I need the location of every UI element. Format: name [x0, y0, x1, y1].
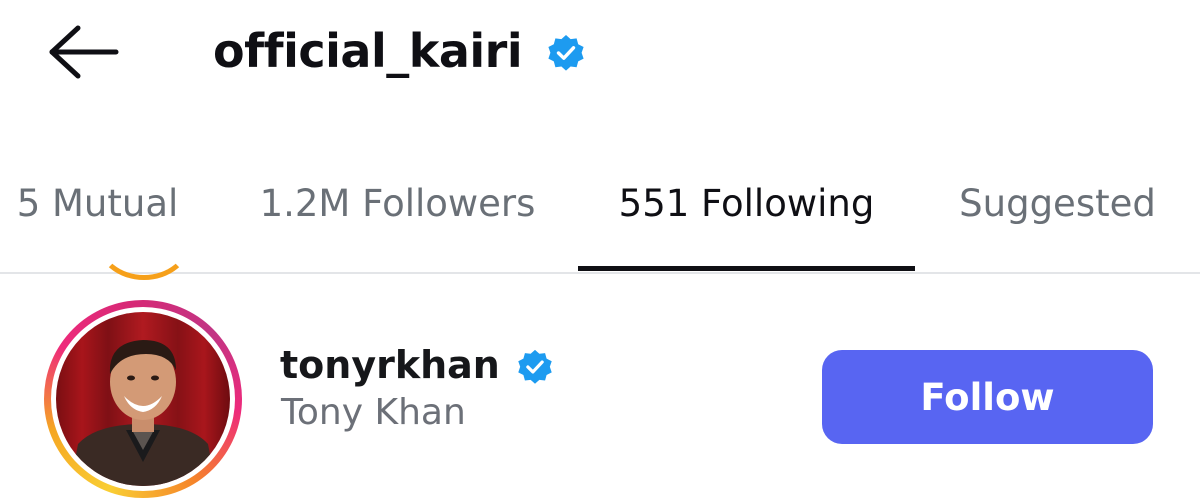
- full-name: Tony Khan: [281, 392, 466, 433]
- tab-following[interactable]: 551 Following: [578, 168, 915, 272]
- verified-badge-icon: [548, 35, 584, 71]
- tab-following-label: 551 Following: [618, 182, 875, 225]
- story-ring[interactable]: [44, 300, 242, 498]
- avatar[interactable]: [56, 312, 230, 486]
- verified-badge-icon: [518, 349, 552, 384]
- tab-divider: [0, 272, 1200, 274]
- top-bar: official_kairi: [0, 0, 1200, 110]
- username[interactable]: tonyrkhan: [280, 343, 500, 387]
- active-tab-indicator: [578, 266, 915, 271]
- back-button[interactable]: [44, 20, 124, 84]
- avatar-photo: [56, 312, 230, 486]
- following-screen: official_kairi 5 Mutual 1.2M Followers 5…: [0, 0, 1200, 502]
- profile-username: official_kairi: [213, 24, 523, 78]
- tab-suggested-label: Suggested: [959, 182, 1156, 225]
- tab-suggested[interactable]: Suggested: [945, 168, 1170, 272]
- arrow-left-icon: [49, 25, 119, 79]
- profile-title: official_kairi: [213, 18, 586, 84]
- tab-followers-label: 1.2M Followers: [259, 182, 536, 225]
- tab-followers[interactable]: 1.2M Followers: [250, 168, 545, 272]
- username-row[interactable]: tonyrkhan: [280, 338, 554, 392]
- previous-avatar-ring: [96, 200, 192, 280]
- follow-button[interactable]: Follow: [822, 350, 1153, 444]
- list-item[interactable]: tonyrkhan Tony Khan Follow: [0, 292, 1200, 502]
